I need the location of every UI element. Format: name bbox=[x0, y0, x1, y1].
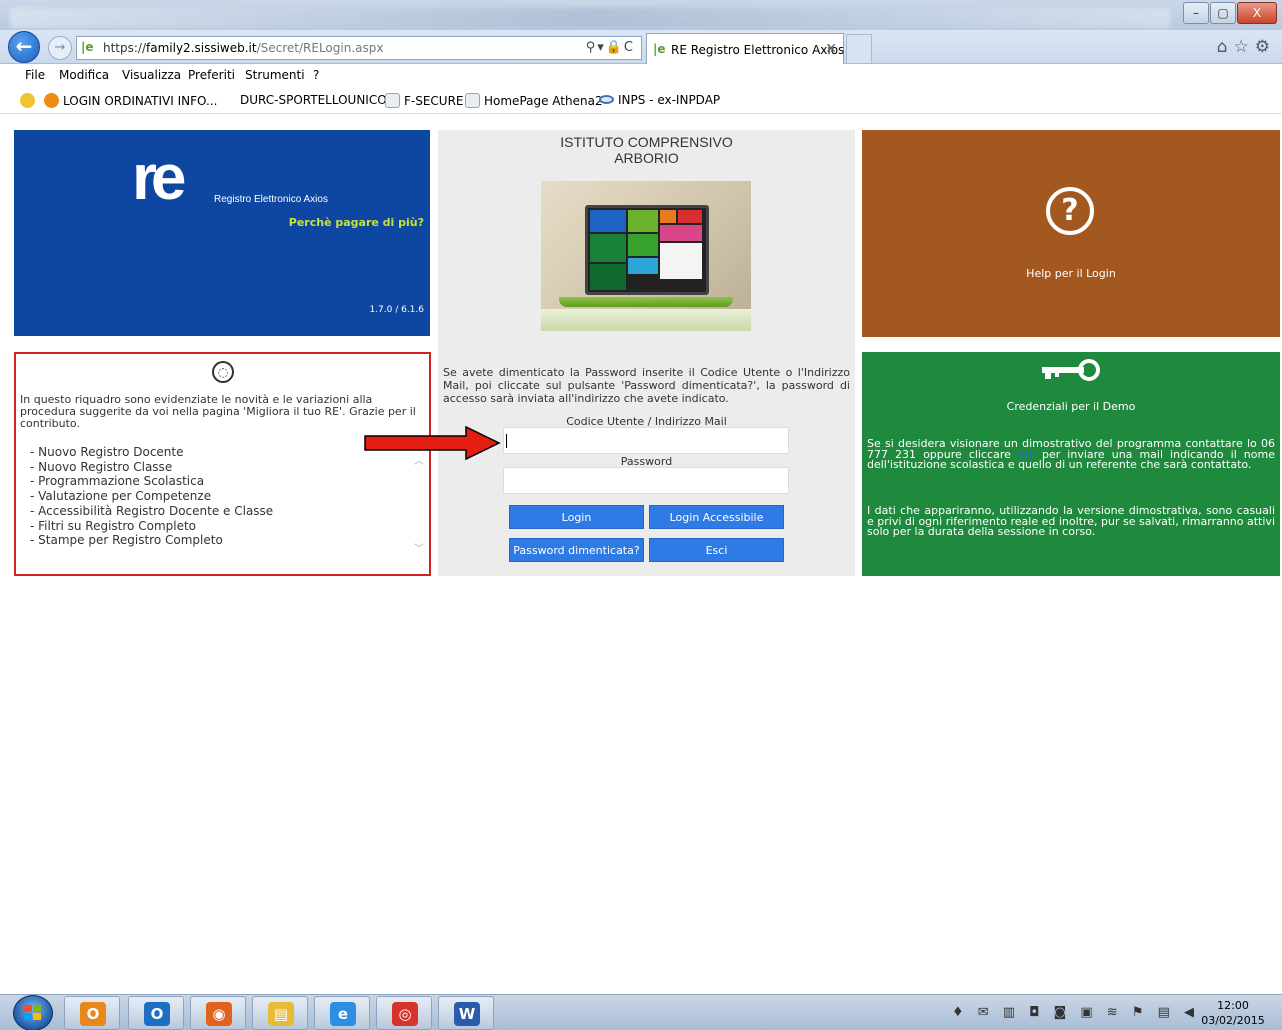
fav-durc[interactable]: DURC-SPORTELLOUNICO bbox=[240, 93, 387, 107]
help-tile[interactable]: ? Help per il Login bbox=[862, 130, 1280, 337]
list-item: - Accessibilità Registro Docente e Class… bbox=[30, 503, 274, 518]
menu-modifica[interactable]: Modifica bbox=[59, 68, 109, 82]
forgot-password-button[interactable]: Password dimenticata? bbox=[509, 538, 644, 562]
taskbar-explorer[interactable]: ▤ bbox=[252, 996, 308, 1030]
fav-f-secure[interactable]: F-SECURE bbox=[385, 93, 464, 108]
minimize-button[interactable]: – bbox=[1183, 2, 1209, 24]
list-item: - Nuovo Registro Docente bbox=[30, 445, 184, 459]
browser-tab-active[interactable]: |e RE Registro Elettronico Axios ✕ bbox=[646, 33, 844, 64]
list-item: - Filtri su Registro Completo bbox=[30, 518, 197, 533]
menu-strumenti[interactable]: Strumenti bbox=[245, 68, 305, 82]
demo-credentials-tile: Credenziali per il Demo Se si desidera v… bbox=[862, 352, 1280, 576]
version-label: 1.7.0 / 6.1.6 bbox=[369, 305, 424, 315]
address-bar[interactable]: |e https://family2.sissiweb.it/Secret/RE… bbox=[76, 36, 642, 60]
favorites-bar: LOGIN ORDINATIVI INFO... DURC-SPORTELLOU… bbox=[0, 86, 1282, 114]
exit-button[interactable]: Esci bbox=[649, 538, 784, 562]
demo-title: Credenziali per il Demo bbox=[1006, 400, 1136, 413]
taskbar-chrome[interactable]: ◎ bbox=[376, 996, 432, 1030]
taskbar-firefox[interactable]: ◉ bbox=[190, 996, 246, 1030]
windows-logo-icon bbox=[24, 1005, 42, 1021]
inps-icon bbox=[599, 95, 614, 104]
orange-globe-icon bbox=[44, 93, 59, 108]
back-arrow-icon[interactable]: ← bbox=[8, 31, 40, 63]
login-tile: ISTITUTO COMPRENSIVO ARBORIO Se avete di… bbox=[438, 130, 855, 576]
tab-title: RE Registro Elettronico Axios bbox=[671, 43, 845, 57]
laptop-image bbox=[541, 181, 751, 331]
lightbulb-icon: ◌ bbox=[212, 361, 234, 383]
list-item: - Programmazione Scolastica bbox=[30, 474, 205, 489]
start-button[interactable] bbox=[13, 995, 53, 1030]
taskbar-internet-explorer[interactable]: e bbox=[314, 996, 370, 1030]
new-tab-button[interactable] bbox=[846, 34, 872, 63]
password-input[interactable] bbox=[503, 467, 789, 494]
login-accessible-button[interactable]: Login Accessibile bbox=[649, 505, 784, 529]
word-icon: W bbox=[454, 1002, 480, 1026]
taskbar-outlook-calendar[interactable]: O bbox=[64, 996, 120, 1030]
ie-page-icon bbox=[385, 93, 400, 108]
menu-preferiti[interactable]: Preferiti bbox=[188, 68, 235, 82]
taskbar-word[interactable]: W bbox=[438, 996, 494, 1030]
close-window-button[interactable]: X bbox=[1237, 2, 1277, 24]
school-title: ISTITUTO COMPRENSIVO ARBORIO bbox=[560, 134, 733, 166]
news-list: - Nuovo Registro Docente - Nuovo Registr… bbox=[30, 445, 273, 548]
outlook-icon: O bbox=[144, 1002, 170, 1026]
question-mark-icon: ? bbox=[1046, 187, 1094, 235]
fav-homepage-athena2[interactable]: HomePage Athena2 bbox=[465, 93, 603, 108]
menu-bar: File Modifica Visualizza Preferiti Strum… bbox=[0, 64, 1282, 86]
home-favorites-settings-icons[interactable]: ⌂☆⚙ bbox=[1217, 37, 1276, 57]
annotation-arrow-icon bbox=[364, 425, 501, 461]
key-icon bbox=[1042, 358, 1102, 382]
forward-arrow-icon[interactable]: → bbox=[48, 36, 72, 60]
list-item: - Valutazione per Competenze bbox=[30, 489, 212, 504]
news-panel: ◌ In questo riquadro sono evidenziate le… bbox=[14, 352, 431, 576]
menu-file[interactable]: File bbox=[25, 68, 45, 82]
navigation-bar: ← → |e https://family2.sissiweb.it/Secre… bbox=[0, 30, 1282, 64]
help-login-label[interactable]: Help per il Login bbox=[862, 267, 1280, 280]
taskbar: O O ◉ ▤ e ◎ W ♦ ✉ ▥ ◘ ◙ ▣ ≋ ⚑ ▤ ◀ 12:00 … bbox=[0, 994, 1282, 1030]
system-clock[interactable]: 12:00 03/02/2015 bbox=[1200, 998, 1266, 1028]
brand-tile: re Registro Elettronico Axios Perchè pag… bbox=[14, 130, 430, 336]
internet-explorer-icon: e bbox=[330, 1002, 356, 1026]
taskbar-outlook[interactable]: O bbox=[128, 996, 184, 1030]
menu-help[interactable]: ? bbox=[313, 68, 319, 82]
list-item: - Nuovo Registro Classe bbox=[30, 459, 173, 474]
chrome-icon: ◎ bbox=[392, 1002, 418, 1026]
address-tools-icons[interactable]: ⚲▾🔒C bbox=[586, 40, 635, 55]
blurred-background-tabs bbox=[10, 8, 1170, 28]
favorites-star-icon[interactable] bbox=[20, 93, 39, 108]
window-titlebar: – ▢ X bbox=[0, 0, 1282, 34]
system-tray-icons[interactable]: ♦ ✉ ▥ ◘ ◙ ▣ ≋ ⚑ ▤ ◀ bbox=[952, 1005, 1199, 1020]
tab-close-icon[interactable]: ✕ bbox=[825, 41, 837, 57]
site-favicon-icon: |e bbox=[81, 40, 94, 54]
forgot-password-instructions: Se avete dimenticato la Password inserit… bbox=[443, 366, 850, 405]
folder-icon: ▤ bbox=[268, 1002, 294, 1026]
fav-inps[interactable]: INPS - ex-INPDAP bbox=[599, 93, 720, 107]
menu-visualizza[interactable]: Visualizza bbox=[122, 68, 181, 82]
scroll-down-icon[interactable]: ﹀ bbox=[414, 540, 424, 555]
ie-page-icon bbox=[465, 93, 480, 108]
fav-login-ordinativi[interactable]: LOGIN ORDINATIVI INFO... bbox=[44, 93, 217, 108]
tab-favicon-icon: |e bbox=[653, 42, 666, 56]
brand-name: Registro Elettronico Axios bbox=[214, 194, 328, 205]
outlook-calendar-icon: O bbox=[80, 1002, 106, 1026]
demo-contact-text: Se si desidera visionare un dimostrativo… bbox=[867, 437, 1275, 471]
login-button[interactable]: Login bbox=[509, 505, 644, 529]
brand-tagline[interactable]: Perchè pagare di più? bbox=[289, 216, 424, 229]
re-logo: re bbox=[132, 141, 186, 213]
address-url[interactable]: https://family2.sissiweb.it/Secret/RELog… bbox=[103, 41, 383, 55]
list-item: - Stampe per Registro Completo bbox=[30, 533, 223, 548]
user-code-input[interactable] bbox=[503, 427, 789, 454]
demo-disclaimer-text: I dati che appariranno, utilizzando la v… bbox=[867, 504, 1275, 538]
firefox-icon: ◉ bbox=[206, 1002, 232, 1026]
maximize-button[interactable]: ▢ bbox=[1210, 2, 1236, 24]
